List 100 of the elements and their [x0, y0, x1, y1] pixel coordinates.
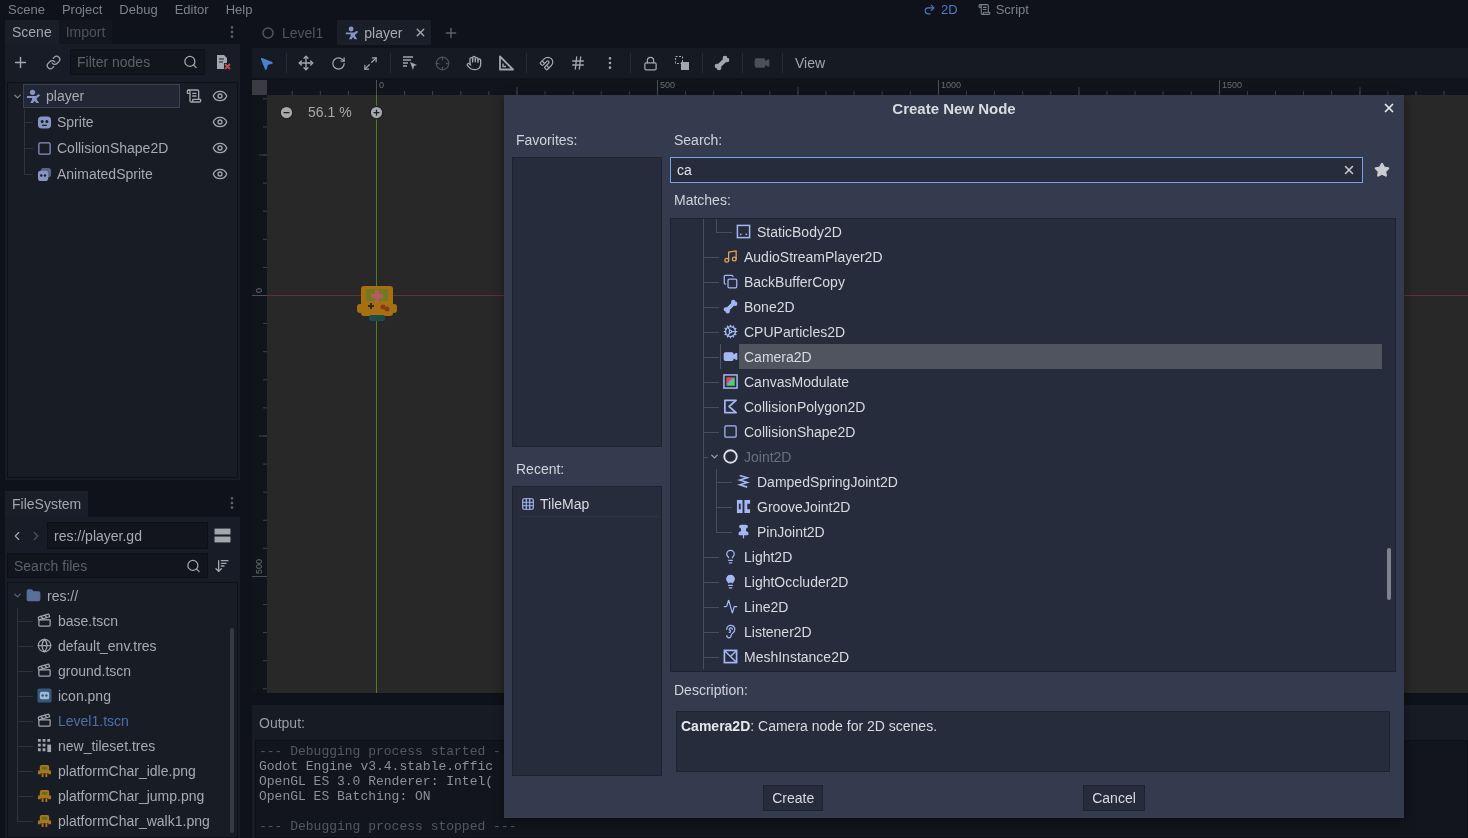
menu-item[interactable]: Scene: [8, 1, 45, 18]
page-with-cross-icon[interactable]: [215, 54, 231, 70]
eye-icon[interactable]: [212, 140, 228, 156]
hash-icon: [570, 55, 586, 71]
node-type-item[interactable]: BackBufferCopy: [720, 269, 1383, 294]
node-type-item[interactable]: CanvasModulate: [720, 369, 1383, 394]
video-camera-icon: [754, 55, 770, 71]
triangle-ruler-icon: [498, 55, 514, 71]
menu-item[interactable]: Editor: [174, 1, 209, 18]
file-item[interactable]: ground.tscn: [34, 658, 227, 683]
handheld-character-drawing[interactable]: [357, 285, 397, 321]
workspace-button[interactable]: 2D: [923, 1, 958, 18]
file-item[interactable]: new_tileset.tres: [34, 733, 227, 758]
file-item[interactable]: default_env.tres: [34, 633, 227, 658]
node-type-item[interactable]: Line2D: [720, 594, 1383, 619]
menu-item[interactable]: Help: [225, 1, 253, 18]
crosshair-icon: [434, 55, 450, 71]
node-type-item[interactable]: CollisionPolygon2D: [720, 394, 1383, 419]
copy-icon: [723, 274, 738, 289]
close-button[interactable]: [1382, 101, 1396, 115]
zoom-level[interactable]: 56.1 %: [308, 104, 352, 120]
globe-icon: [37, 638, 52, 653]
menu-item[interactable]: Project: [61, 1, 103, 18]
path-field[interactable]: res://player.gd: [47, 522, 208, 549]
dialog-button[interactable]: Cancel: [1083, 785, 1145, 811]
zoom-in-icon[interactable]: [368, 104, 384, 120]
chevron-down-icon[interactable]: [11, 590, 23, 601]
lock-icon: [642, 55, 658, 71]
script-icon[interactable]: [186, 88, 202, 104]
filter-field[interactable]: Filter nodes: [70, 49, 205, 75]
diagonal-arrows-icon: [362, 55, 378, 71]
close-icon: [1382, 101, 1396, 115]
rotate-icon: [330, 55, 346, 71]
eye-icon[interactable]: [212, 166, 228, 182]
clapperboard-icon: [37, 663, 52, 678]
grouped-squares-icon: [674, 55, 690, 71]
log-line: --- Debugging process stopped ---: [259, 819, 517, 834]
file-item[interactable]: platformChar_walk1.png: [34, 808, 227, 833]
file-item[interactable]: platformChar_jump.png: [34, 783, 227, 808]
video-camera-icon: [723, 349, 738, 364]
tree-item[interactable]: player: [23, 84, 180, 108]
stacked-face-icon: [37, 166, 52, 182]
tree-item[interactable]: Sprite: [34, 110, 180, 134]
square-icon: [723, 424, 738, 439]
folder-icon: [26, 588, 41, 603]
dialog-button[interactable]: Create: [763, 785, 824, 811]
node-type-item[interactable]: CPUParticles2D: [720, 319, 1383, 344]
crossed-square-icon: [723, 649, 738, 664]
scrollbar-thumb[interactable]: [1387, 548, 1391, 600]
tree-item[interactable]: CollisionShape2D: [34, 136, 180, 160]
two-rows-icon[interactable]: [213, 527, 231, 544]
curved-arrow-icon: [923, 3, 936, 16]
view-menu[interactable]: View: [788, 49, 833, 77]
node-type-item[interactable]: AudioStreamPlayer2D: [720, 244, 1383, 269]
ruler-corner: [252, 80, 267, 95]
log-line: OpenGL ES Batching: ON: [259, 789, 431, 804]
node-type-item[interactable]: StaticBody2D: [733, 219, 1383, 244]
move-icon: [298, 55, 314, 71]
node-type-item[interactable]: LightOccluder2D: [720, 569, 1383, 594]
square-icon: [37, 140, 52, 156]
search-field[interactable]: ca: [670, 157, 1363, 183]
output-label: Output:: [259, 714, 305, 733]
clapperboard-icon: [37, 613, 52, 628]
file-item[interactable]: icon.png: [34, 683, 227, 708]
recent-item[interactable]: TileMap: [521, 491, 659, 517]
node-type-item[interactable]: MeshInstance2D: [720, 644, 1383, 669]
workspace-button[interactable]: Script: [977, 1, 1029, 18]
character-sprite-icon: [37, 788, 52, 803]
link-icon[interactable]: [45, 54, 61, 70]
node-type-item[interactable]: Listener2D: [720, 619, 1383, 644]
lightbulb-icon: [723, 549, 738, 564]
file-item[interactable]: res://: [23, 583, 227, 608]
node-type-item[interactable]: CollisionShape2D: [720, 419, 1383, 444]
favorites-label: Favorites:: [516, 131, 578, 150]
file-item[interactable]: base.tscn: [34, 608, 227, 633]
eye-icon[interactable]: [212, 114, 228, 130]
eye-icon[interactable]: [212, 88, 228, 104]
bone-icon: [723, 299, 738, 314]
sort-icon[interactable]: [214, 557, 230, 574]
log-line: OpenGL ES 3.0 Renderer: Intel(: [259, 774, 494, 789]
clear-icon[interactable]: [1342, 163, 1356, 177]
ring-icon: [262, 26, 274, 39]
file-item[interactable]: platformChar_idle.png: [34, 758, 227, 783]
dock-tab[interactable]: FileSystem: [5, 491, 89, 517]
search-field[interactable]: Search files: [7, 553, 208, 578]
menu-item[interactable]: Debug: [119, 1, 158, 18]
file-tab[interactable]: player: [337, 20, 432, 45]
description-text: Camera2D: Camera node for 2D scenes.: [681, 718, 938, 734]
favorite-button[interactable]: [1373, 161, 1391, 179]
scrollbar-thumb[interactable]: [230, 628, 234, 833]
dock-tab[interactable]: Scene: [5, 20, 59, 44]
node-type-item[interactable]: Bone2D: [720, 294, 1383, 319]
tree-item[interactable]: AnimatedSprite: [34, 162, 180, 186]
zoom-out-icon[interactable]: [279, 104, 294, 120]
search-icon: [183, 54, 198, 70]
node-type-item[interactable]: Camera2D: [720, 344, 1383, 369]
scroll-icon: [977, 3, 991, 16]
node-type-item[interactable]: Light2D: [720, 544, 1383, 569]
ruler-label: 1500: [1222, 80, 1243, 90]
star-icon: [1374, 162, 1390, 178]
